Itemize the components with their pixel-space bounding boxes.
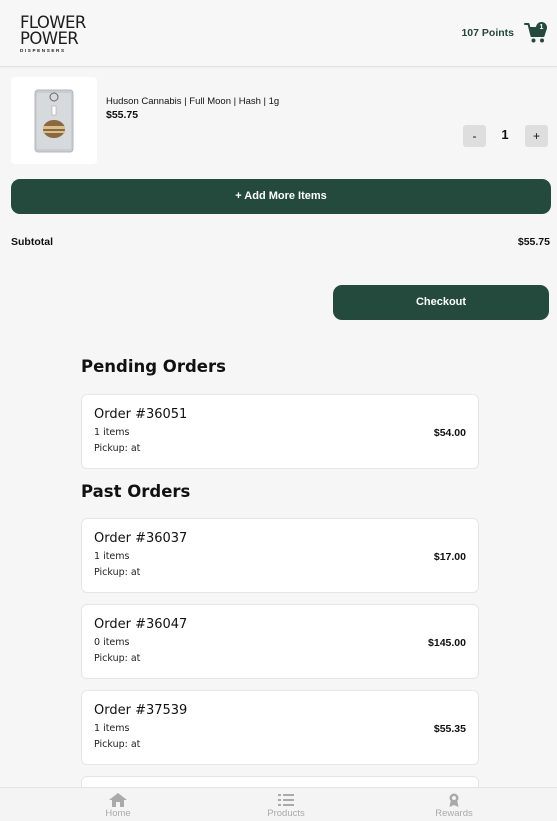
nav-label-home: Home [105, 808, 131, 819]
cart-item-name: Hudson Cannabis | Full Moon | Hash | 1g [106, 96, 280, 107]
bottom-navigation: Home Products Rewards [0, 787, 557, 821]
nav-item-rewards[interactable]: Rewards [404, 788, 504, 821]
order-number: Order #37539 [94, 703, 188, 718]
past-orders-title: Past Orders [81, 482, 191, 501]
order-item-count: 1 items [94, 427, 130, 438]
order-pickup: Pickup: at [94, 739, 141, 750]
order-number: Order #36047 [94, 617, 188, 632]
order-item-count: 1 items [94, 551, 130, 562]
nav-item-products[interactable]: Products [236, 788, 336, 821]
order-item-count: 1 items [94, 723, 130, 734]
home-icon [109, 793, 127, 807]
checkout-button[interactable]: Checkout [333, 285, 549, 320]
app-header: FLOWER POWER DISPENSERS 107 Points 1 [0, 0, 557, 67]
flower-power-logo[interactable]: FLOWER POWER DISPENSERS [20, 13, 86, 53]
nav-item-home[interactable]: Home [68, 788, 168, 821]
logo-line-1: FLOWER [20, 13, 86, 32]
order-card[interactable]: Order #36051 1 items Pickup: at $54.00 [81, 394, 479, 469]
nav-label-products: Products [267, 808, 305, 819]
order-total: $54.00 [433, 427, 466, 439]
logo-line-2: POWER [20, 29, 79, 48]
award-icon [449, 793, 459, 807]
order-number: Order #36051 [94, 407, 188, 422]
logo-line-3: DISPENSERS [20, 48, 66, 53]
order-card[interactable]: Order #36047 0 items Pickup: at $145.00 [81, 604, 479, 679]
cart-count-badge: 1 [536, 22, 547, 33]
increase-quantity-button[interactable]: + [525, 125, 548, 147]
nav-label-rewards: Rewards [435, 808, 473, 819]
order-pickup: Pickup: at [94, 653, 141, 664]
list-icon [278, 794, 294, 806]
order-total: $145.00 [428, 637, 466, 649]
subtotal-label: Subtotal [11, 236, 53, 248]
pending-orders-title: Pending Orders [81, 357, 226, 376]
order-pickup: Pickup: at [94, 443, 141, 454]
add-more-items-button[interactable]: + Add More Items [11, 179, 551, 214]
points-balance[interactable]: 107 Points [461, 27, 514, 39]
order-number: Order #36037 [94, 531, 188, 546]
order-total: $17.00 [433, 551, 466, 563]
order-item-count: 0 items [94, 637, 130, 648]
subtotal-value: $55.75 [517, 236, 550, 248]
quantity-value: 1 [501, 127, 509, 142]
product-thumbnail[interactable] [11, 77, 97, 164]
order-total: $55.35 [433, 723, 466, 735]
cart-item-price: $55.75 [106, 109, 139, 121]
cart-item-row: Hudson Cannabis | Full Moon | Hash | 1g … [11, 77, 548, 165]
order-card[interactable]: Order #36037 1 items Pickup: at $17.00 [81, 518, 479, 593]
order-card[interactable]: Order #37539 1 items Pickup: at $55.35 [81, 690, 479, 765]
decrease-quantity-button[interactable]: - [463, 125, 486, 147]
product-bag-image [34, 89, 74, 153]
order-pickup: Pickup: at [94, 567, 141, 578]
